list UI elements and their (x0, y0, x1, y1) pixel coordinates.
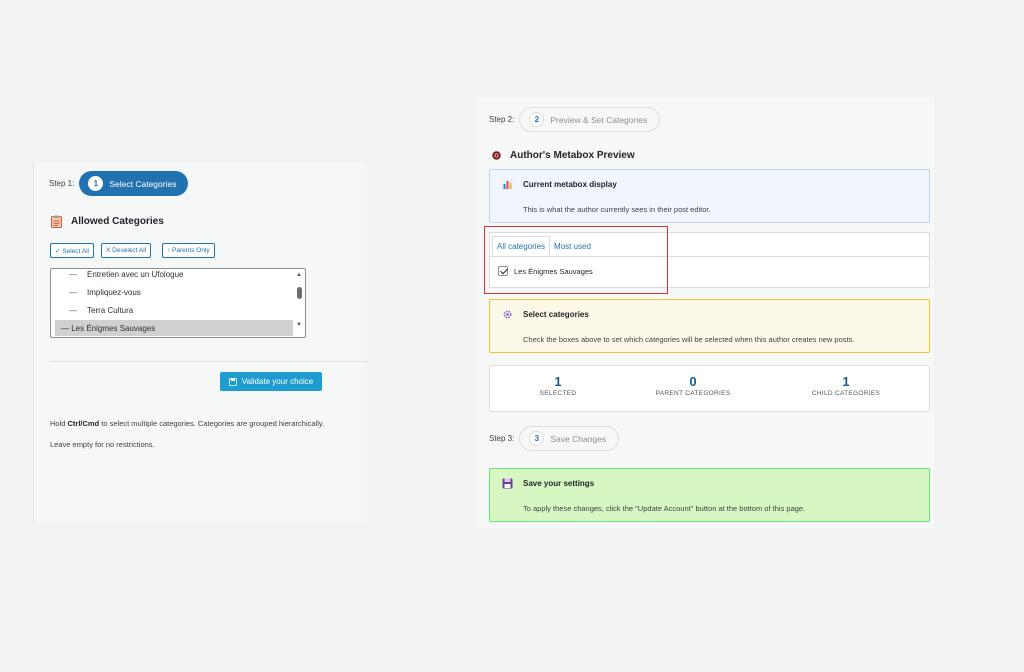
step3-pill-label: Save Changes (550, 433, 607, 444)
save-settings-title: Save your settings (523, 479, 595, 488)
listbox-scrollbar[interactable]: ▲ ▼ (295, 270, 304, 336)
current-metabox-desc: This is what the author currently sees i… (523, 205, 711, 214)
step3-number: 3 (529, 431, 545, 446)
validate-choice-button[interactable]: Validate your choice (220, 372, 322, 391)
clipboard-icon (51, 215, 62, 228)
categories-multiselect[interactable]: — Entretien avec un Ufologue — Impliquez… (50, 268, 306, 338)
scroll-down-arrow-icon[interactable]: ▼ (296, 321, 302, 329)
help-text-empty: Leave empty for no restrictions. (50, 440, 155, 449)
category-option[interactable]: — Impliquez-vous (57, 284, 293, 300)
save-settings-card: Save your settings To apply these change… (489, 468, 930, 522)
step2-number: 2 (529, 112, 545, 127)
deselect-all-button[interactable]: X Deselect All (101, 243, 152, 258)
category-option[interactable]: — Entretien avec un Ufologue (57, 269, 293, 282)
category-stats: 1 SELECTED 0 PARENT CATEGORIES 1 CHILD C… (489, 365, 930, 412)
select-all-button[interactable]: ✓ Select All (50, 243, 94, 258)
category-option[interactable]: — Terra Cultura (57, 302, 293, 318)
gear-icon (503, 310, 512, 319)
allowed-categories-heading: Allowed Categories (50, 215, 164, 228)
divider (50, 361, 368, 362)
step2-indicator: Step 2: 2 Preview & Set Categories (489, 107, 661, 132)
step3-indicator: Step 3: 3 Save Changes (489, 426, 620, 451)
scroll-thumb[interactable] (297, 287, 302, 299)
step3-label: Step 3: (489, 434, 515, 443)
step1-pill[interactable]: 1 Select Categories (79, 171, 189, 196)
metabox-preview-title: Author's Metabox Preview (510, 150, 635, 161)
help-text: Hold Ctrl/Cmd to select multiple categor… (50, 419, 325, 428)
save-settings-desc: To apply these changes, click the "Updat… (523, 504, 806, 513)
save-disk-icon (228, 377, 237, 386)
step1-indicator: Step 1: 1 Select Categories (49, 171, 189, 196)
step2-label: Step 2: (489, 115, 515, 124)
step2-panel: Step 2: 2 Preview & Set Categories Autho… (477, 97, 934, 528)
step2-pill[interactable]: 2 Preview & Set Categories (519, 107, 661, 132)
bar-chart-icon (502, 179, 513, 190)
parents-only-button[interactable]: ↑ Parents Only (162, 243, 215, 258)
step1-number: 1 (88, 176, 104, 191)
stat-child-categories: 1 CHILD CATEGORIES (811, 374, 881, 397)
step1-pill-label: Select Categories (109, 178, 177, 189)
highlight-box (484, 226, 668, 294)
step3-pill[interactable]: 3 Save Changes (519, 426, 620, 451)
step1-label: Step 1: (49, 179, 75, 188)
stat-selected: 1 SELECTED (539, 374, 577, 397)
stat-parent-categories: 0 PARENT CATEGORIES (655, 374, 731, 397)
floppy-disk-icon (502, 478, 513, 489)
select-categories-desc: Check the boxes above to set which categ… (523, 335, 855, 344)
metabox-preview-heading: Author's Metabox Preview (491, 150, 635, 161)
category-option-selected[interactable]: — Les Énigmes Sauvages (55, 320, 293, 336)
step1-panel: Step 1: 1 Select Categories Allowed Cate… (33, 163, 368, 522)
scroll-up-arrow-icon[interactable]: ▲ (296, 271, 302, 279)
current-metabox-title: Current metabox display (523, 180, 617, 189)
step2-pill-label: Preview & Set Categories (550, 114, 648, 125)
allowed-categories-title: Allowed Categories (71, 216, 164, 227)
current-metabox-card: Current metabox display This is what the… (489, 169, 930, 223)
select-categories-title: Select categories (523, 310, 589, 319)
select-categories-card: Select categories Check the boxes above … (489, 299, 930, 353)
eye-icon (492, 151, 501, 160)
